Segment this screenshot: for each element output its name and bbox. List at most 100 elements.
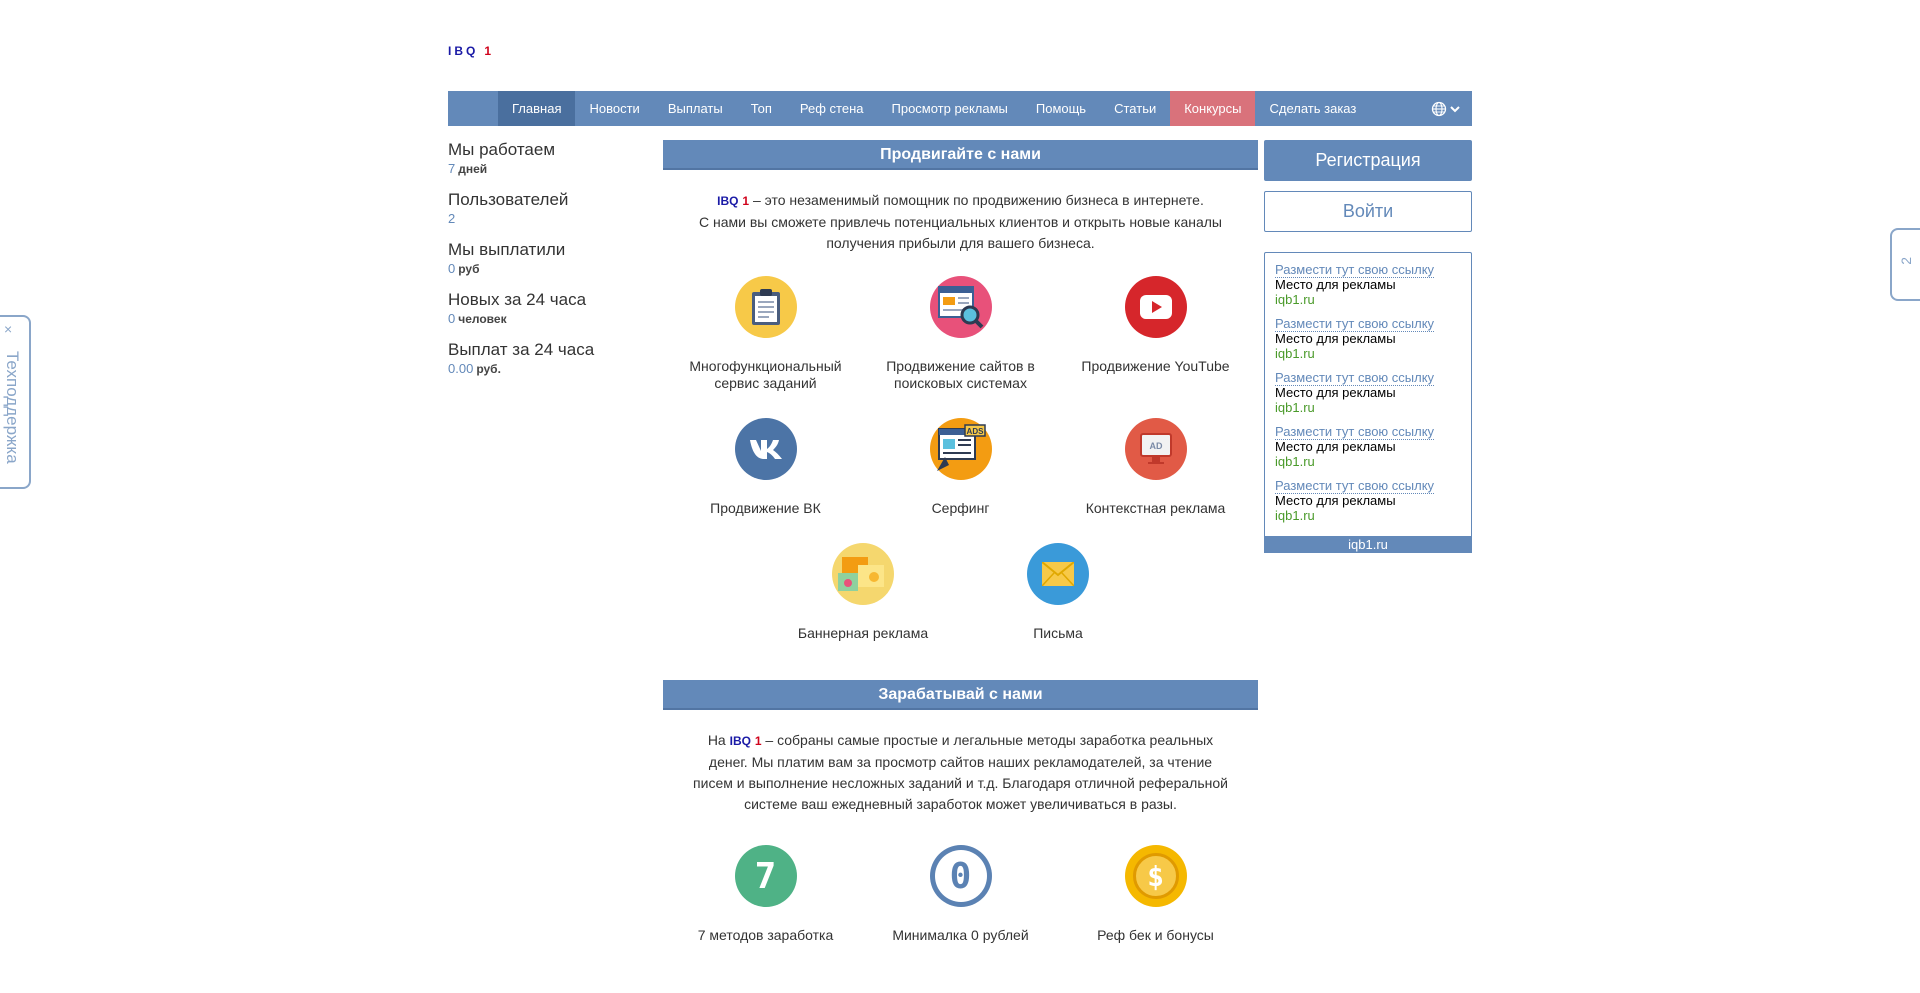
logo-letters: IBQ: [448, 44, 479, 58]
globe-icon: [1431, 101, 1447, 116]
stat-value: 0.00: [448, 361, 474, 376]
stat-new-24h: Новых за 24 часа 0 человек: [448, 290, 648, 328]
ad-site: iqb1.ru: [1275, 508, 1315, 523]
stat-total-paid: Мы выплатили 0 руб: [448, 240, 648, 278]
services-grid-row2: Баннерная реклама Письма: [663, 543, 1258, 662]
ad-block-footer-link[interactable]: iqb1.ru: [1264, 537, 1472, 553]
stat-value: 7: [448, 161, 456, 176]
language-selector[interactable]: [1431, 91, 1460, 126]
feature-methods: 7 7 методов заработка: [668, 845, 863, 944]
service-vk[interactable]: Продвижение ВК: [668, 418, 863, 517]
promote-line2: С нами вы сможете привлечь потенциальных…: [699, 214, 1222, 251]
ad-screen-icon: AD: [1124, 418, 1187, 480]
surfing-ads-icon: ADS: [929, 418, 992, 480]
ad-slot[interactable]: Размести тут свою ссылку Место для реклам…: [1275, 424, 1461, 469]
ad-desc: Место для рекламы: [1275, 277, 1396, 292]
stat-title: Мы выплатили: [448, 240, 566, 259]
site-stats: Мы работаем 7 дней Пользователей 2 Мы вып…: [448, 140, 648, 390]
login-button[interactable]: Войти: [1264, 191, 1472, 232]
stat-unit: дней: [458, 162, 488, 176]
nav-item-payouts[interactable]: Выплаты: [654, 91, 737, 126]
nav-item-home[interactable]: Главная: [498, 91, 576, 126]
ad-link[interactable]: Размести тут свою ссылку: [1275, 478, 1435, 494]
ad-slot[interactable]: Размести тут свою ссылку Место для реклам…: [1275, 370, 1461, 415]
stat-title: Пользователей: [448, 190, 569, 209]
service-tasks[interactable]: Многофункциональный сервис заданий: [668, 276, 863, 392]
brand-letters: IBQ: [717, 194, 739, 208]
stat-title: Выплат за 24 часа: [448, 340, 595, 359]
right-side-tab[interactable]: 2: [1890, 228, 1920, 301]
zero-icon: 0: [929, 845, 992, 907]
register-button[interactable]: Регистрация: [1264, 140, 1472, 181]
feature-label: Реф бек и бонусы: [1097, 927, 1214, 943]
service-letters[interactable]: Письма: [961, 543, 1156, 642]
ad-site: iqb1.ru: [1275, 292, 1315, 307]
service-label: Продвижение сайтов в поисковых системах: [886, 358, 1035, 391]
site-logo[interactable]: IBQ 1: [448, 44, 494, 58]
chevron-down-icon: [1450, 105, 1460, 112]
nav-item-articles[interactable]: Статьи: [1100, 91, 1170, 126]
earn-heading: Зарабатывай с нами: [663, 680, 1258, 710]
service-youtube[interactable]: Продвижение YouTube: [1058, 276, 1253, 392]
stat-value: 0: [448, 311, 456, 326]
stat-unit: руб: [458, 262, 480, 276]
stat-unit: руб.: [476, 362, 501, 376]
ad-link[interactable]: Размести тут свою ссылку: [1275, 316, 1435, 332]
vk-icon: [734, 418, 797, 480]
ad-slot[interactable]: Размести тут свою ссылку Место для реклам…: [1275, 316, 1461, 361]
service-seo[interactable]: Продвижение сайтов в поисковых системах: [863, 276, 1058, 392]
close-icon[interactable]: ×: [4, 321, 12, 337]
nav-item-help[interactable]: Помощь: [1022, 91, 1100, 126]
feature-label: 7 методов заработка: [697, 927, 834, 943]
right-tab-number: 2: [1898, 257, 1914, 265]
ad-link[interactable]: Размести тут свою ссылку: [1275, 262, 1435, 278]
stat-title: Мы работаем: [448, 140, 556, 159]
brand-number: 1: [754, 734, 762, 748]
nav-item-top[interactable]: Топ: [737, 91, 786, 126]
nav-item-view-ads[interactable]: Просмотр рекламы: [878, 91, 1022, 126]
service-banner[interactable]: Баннерная реклама: [766, 543, 961, 642]
ad-link[interactable]: Размести тут свою ссылку: [1275, 370, 1435, 386]
earn-prefix: На: [707, 732, 730, 748]
ad-site: iqb1.ru: [1275, 346, 1315, 361]
nav-item-make-order[interactable]: Сделать заказ: [1255, 91, 1370, 126]
ad-slot[interactable]: Размести тут свою ссылку Место для реклам…: [1275, 478, 1461, 523]
nav-item-news[interactable]: Новости: [575, 91, 653, 126]
promote-heading: Продвигайте с нами: [663, 140, 1258, 170]
ad-desc: Место для рекламы: [1275, 493, 1396, 508]
ad-site: iqb1.ru: [1275, 400, 1315, 415]
nav-item-ref-wall[interactable]: Реф стена: [786, 91, 878, 126]
earn-features: 7 7 методов заработка 0 Минималка 0 рубл…: [663, 845, 1258, 970]
earn-intro: На IBQ 1 – собраны самые простые и легал…: [688, 730, 1233, 815]
service-label: Многофункциональный сервис заданий: [689, 358, 842, 391]
svg-text:AD: AD: [1149, 441, 1162, 451]
stat-payouts-24h: Выплат за 24 часа 0.00 руб.: [448, 340, 648, 378]
service-label: Письма: [1033, 625, 1083, 641]
feature-refback: $ Реф бек и бонусы: [1058, 845, 1253, 944]
support-label: Техподдержка: [3, 351, 22, 464]
feature-minimum: 0 Минималка 0 рублей: [863, 845, 1058, 944]
nav-item-contests[interactable]: Конкурсы: [1170, 91, 1256, 126]
service-surfing[interactable]: ADS Серфинг: [863, 418, 1058, 517]
seo-search-icon: [929, 276, 992, 338]
coin-icon: $: [1124, 845, 1187, 907]
envelope-icon: [1027, 543, 1089, 605]
support-tab[interactable]: × Техподдержка: [0, 315, 31, 489]
stat-users: Пользователей 2: [448, 190, 648, 228]
ad-slot[interactable]: Размести тут свою ссылку Место для реклам…: [1275, 262, 1461, 307]
clipboard-icon: [734, 276, 797, 338]
service-label: Серфинг: [931, 500, 990, 516]
service-label: Контекстная реклама: [1085, 500, 1226, 516]
promote-line1: – это незаменимый помощник по продвижени…: [749, 192, 1204, 208]
ad-block: Размести тут свою ссылку Место для реклам…: [1264, 252, 1472, 537]
service-label: Баннерная реклама: [797, 625, 929, 641]
logo-number: 1: [484, 44, 495, 58]
svg-text:ADS: ADS: [966, 427, 984, 436]
earn-text: – собраны самые простые и легальные мето…: [693, 732, 1228, 812]
ad-link[interactable]: Размести тут свою ссылку: [1275, 424, 1435, 440]
service-context-ads[interactable]: AD Контекстная реклама: [1058, 418, 1253, 517]
services-grid: Многофункциональный сервис заданий Продв…: [663, 276, 1258, 543]
ad-desc: Место для рекламы: [1275, 331, 1396, 346]
sidebar-right: Регистрация Войти Размести тут свою ссыл…: [1264, 140, 1472, 553]
service-label: Продвижение YouTube: [1081, 358, 1230, 374]
